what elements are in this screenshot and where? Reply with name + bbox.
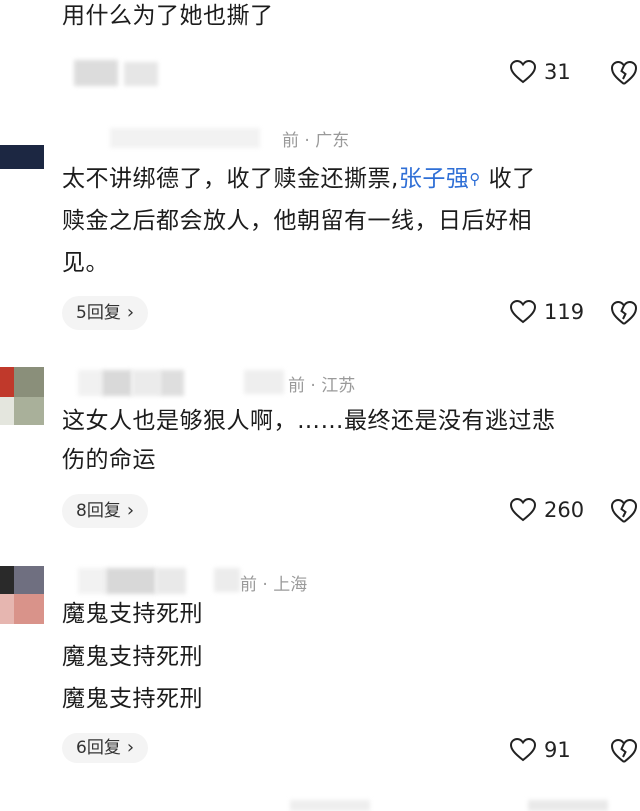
blurred-name	[78, 568, 106, 594]
like-button[interactable]: 260	[510, 498, 584, 522]
blurred-name	[214, 568, 240, 592]
comment-meta: 前 · 广东	[282, 131, 350, 151]
search-icon: ⚲	[469, 170, 481, 188]
broken-heart-icon[interactable]	[610, 738, 638, 768]
chevron-right-icon: ›	[126, 737, 135, 758]
comment-text-line: 伤的命运	[62, 447, 156, 473]
comment-text: 用什么为了她也撕了	[62, 3, 274, 29]
comment-text-line: 这女人也是够狠人啊，……最终还是没有逃过悲	[62, 408, 556, 434]
blurred-name	[132, 370, 160, 396]
chevron-right-icon: ›	[126, 302, 135, 323]
replies-button[interactable]: 8回复 ›	[62, 494, 149, 528]
blurred-name	[102, 370, 132, 396]
avatar[interactable]	[0, 566, 44, 624]
comment-meta: 前 · 上海	[240, 575, 308, 595]
blurred-name	[160, 370, 184, 396]
blurred-name	[74, 60, 118, 86]
comment-text-line: 见。	[62, 250, 109, 276]
chevron-right-icon: ›	[126, 500, 135, 521]
heart-outline-icon	[510, 738, 536, 762]
comment-text-line: 魔鬼支持死刑	[62, 644, 203, 670]
heart-outline-icon	[510, 498, 536, 522]
blurred-name	[244, 370, 284, 394]
replies-button[interactable]: 6回复 ›	[62, 733, 149, 763]
blurred-name	[124, 62, 158, 86]
heart-outline-icon	[510, 300, 536, 324]
blurred-footer	[290, 800, 370, 811]
avatar[interactable]	[0, 367, 44, 425]
like-count: 119	[544, 300, 585, 324]
blurred-name	[106, 568, 156, 594]
like-button[interactable]: 119	[510, 300, 584, 324]
avatar[interactable]	[0, 145, 44, 169]
broken-heart-icon[interactable]	[610, 498, 638, 528]
like-count: 91	[544, 738, 571, 762]
broken-heart-icon[interactable]	[610, 300, 638, 330]
broken-heart-icon[interactable]	[610, 60, 638, 90]
comment-text-line: 魔鬼支持死刑	[62, 686, 203, 712]
blurred-name	[78, 370, 102, 396]
comment-text: 太不讲绑德了，收了赎金还撕票,张子强⚲ 收了	[62, 166, 536, 192]
replies-button[interactable]: 5回复 ›	[62, 296, 149, 330]
heart-outline-icon	[510, 60, 536, 84]
comment-text-line: 魔鬼支持死刑	[62, 601, 203, 627]
like-count: 260	[544, 498, 585, 522]
blurred-name	[156, 568, 186, 594]
mention-link[interactable]: 张子强⚲	[399, 166, 481, 192]
blurred-footer	[528, 800, 608, 811]
like-button[interactable]: 31	[510, 60, 571, 84]
comment-meta: 前 · 江苏	[288, 376, 356, 396]
like-count: 31	[544, 60, 571, 84]
like-button[interactable]: 91	[510, 738, 571, 762]
comment-text-line: 赎金之后都会放人，他朝留有一线，日后好相	[62, 208, 532, 234]
blurred-name	[110, 128, 260, 148]
